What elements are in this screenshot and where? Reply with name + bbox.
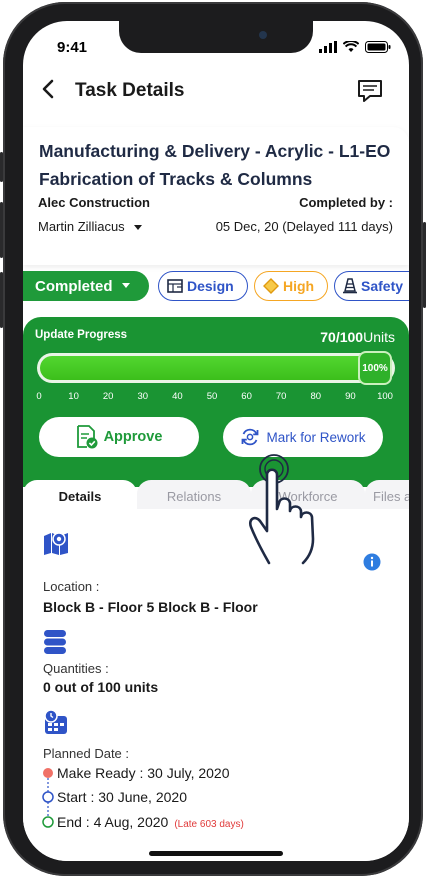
progress-tick-label: 40 <box>172 391 183 402</box>
rework-cycle-icon <box>242 428 259 446</box>
calendar-clock-icon <box>44 709 67 734</box>
start-date: Start : 30 June, 2020 <box>57 789 187 805</box>
task-title: Manufacturing & Delivery - Acrylic - L1-… <box>39 141 391 189</box>
completed-date: 05 Dec, 20 (Delayed 111 days) <box>215 219 393 234</box>
location-value: Block B - Floor 5 Block B - Floor <box>43 599 258 615</box>
progress-tick-label: 70 <box>275 391 287 402</box>
location-label: Location : <box>43 579 100 594</box>
approve-button[interactable]: Approve <box>39 417 199 457</box>
progress-panel: Update Progress 70/100Units 100% 0 10 20 30… <box>23 317 409 487</box>
approve-label: Approve <box>103 429 163 445</box>
design-label: Design <box>187 278 234 294</box>
planned-date-label: Planned Date : <box>43 746 130 761</box>
rework-label: Mark for Rework <box>266 429 366 445</box>
status-icons <box>319 41 391 53</box>
progress-label: Update Progress <box>35 329 128 341</box>
progress-unit: Units <box>363 329 395 345</box>
details-panel: Location : Block B - Floor 5 Block B - F… <box>23 509 409 861</box>
progress-tick-label: 10 <box>68 391 79 402</box>
timeline-icon <box>42 768 54 828</box>
tab-details[interactable]: Details <box>23 480 137 512</box>
page-title: Task Details <box>75 80 185 101</box>
tab-files[interactable]: Files a <box>365 480 409 512</box>
info-icon[interactable] <box>363 553 381 571</box>
traffic-cone-icon <box>343 278 357 294</box>
priority-label: High <box>283 278 315 294</box>
home-indicator <box>149 851 283 856</box>
safety-chip[interactable]: Safety <box>334 271 409 301</box>
task-summary-card: Manufacturing & Delivery - Acrylic - L1-… <box>23 127 409 265</box>
status-time: 9:41 <box>57 39 88 56</box>
progress-fill <box>40 356 392 380</box>
chat-icon <box>358 80 382 102</box>
status-label: Completed <box>35 277 113 295</box>
late-badge: (Late 603 days) <box>174 819 244 830</box>
app-header: Task Details <box>23 71 409 113</box>
end-date: End : 4 Aug, 2020 <box>57 814 169 830</box>
chevron-left-icon <box>42 79 54 99</box>
end-date-row: End : 4 Aug, 2020 (Late 603 days) <box>57 814 244 830</box>
battery-icon <box>365 41 391 53</box>
progress-tick-label: 50 <box>206 391 218 402</box>
progress-tick-label: 100 <box>377 391 393 402</box>
warning-diamond-icon <box>263 278 279 294</box>
tag-chips: Completed Design High Safety <box>23 271 409 301</box>
design-chip[interactable]: Design <box>158 271 248 301</box>
priority-chip[interactable]: High <box>254 271 328 301</box>
blueprint-icon <box>167 279 183 293</box>
progress-tick-label: 0 <box>36 391 42 402</box>
volume-down-button <box>0 272 3 328</box>
approve-document-icon <box>76 425 98 449</box>
assignee-dropdown[interactable]: Martin Zilliacus <box>38 219 143 234</box>
progress-value: 70/100 <box>320 329 364 345</box>
make-ready-date: Make Ready : 30 July, 2020 <box>57 765 230 781</box>
progress-tick-label: 90 <box>345 391 356 402</box>
assignee-name: Martin Zilliacus <box>38 219 125 234</box>
chat-button[interactable] <box>357 79 383 108</box>
progress-slider-handle[interactable]: 100% <box>358 351 392 385</box>
hand-pointer-icon <box>249 454 315 565</box>
progress-tick-label: 30 <box>137 391 149 402</box>
stack-icon <box>44 630 66 654</box>
tab-relations[interactable]: Relations <box>137 480 251 512</box>
volume-up-button <box>0 202 3 258</box>
progress-tick-label: 60 <box>241 391 252 402</box>
mark-rework-button[interactable]: Mark for Rework <box>223 417 383 457</box>
progress-tick-label: 20 <box>102 391 114 402</box>
signal-icon <box>319 41 337 53</box>
back-button[interactable] <box>41 79 55 105</box>
progress-units: 70/100Units <box>320 329 395 345</box>
phone-frame: 9:41 Task Details Manufacturing & Delive… <box>0 2 426 876</box>
camera-icon <box>259 31 267 39</box>
company-name: Alec Construction <box>38 195 150 210</box>
wifi-icon <box>343 41 359 52</box>
mute-switch <box>0 152 3 182</box>
caret-down-icon <box>134 225 143 230</box>
quantities-label: Quantities : <box>43 661 109 676</box>
notch <box>119 21 313 53</box>
progress-ticks: 0 10 20 30 40 50 60 70 80 90 100 <box>23 391 409 403</box>
completed-by-label: Completed by : <box>299 195 393 210</box>
map-pin-icon <box>44 532 68 555</box>
caret-down-icon <box>121 283 130 288</box>
screen: 9:41 Task Details Manufacturing & Delive… <box>23 21 409 861</box>
status-dropdown[interactable]: Completed <box>23 271 149 301</box>
progress-slider[interactable]: 100% <box>37 351 395 385</box>
safety-label: Safety <box>361 278 404 294</box>
details-tabs: Details Relations Workforce Files a <box>23 476 409 512</box>
progress-tick-label: 80 <box>310 391 322 402</box>
quantities-value: 0 out of 100 units <box>43 679 159 695</box>
